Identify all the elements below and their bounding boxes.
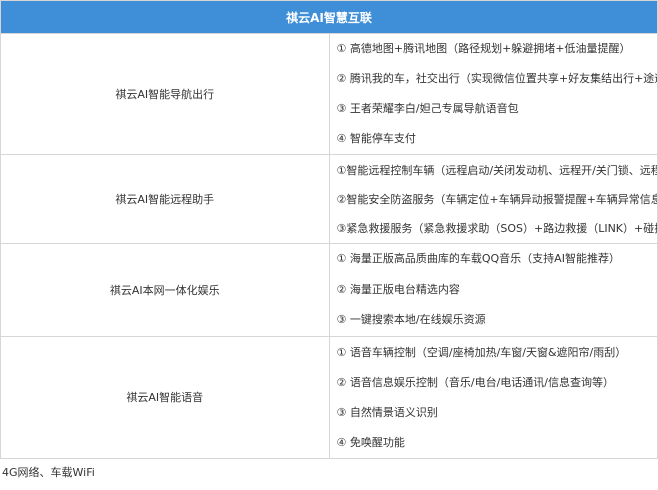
feature-item: ④ 免唤醒功能 [336,435,405,449]
feature-item: ② 语音信息娱乐控制（音乐/电台/电话通讯/信息查询等） [336,375,614,389]
category-label: 祺云AI智能远程助手 [0,154,330,244]
feature-table: 祺云AI智慧互联 祺云AI智能导航出行 ① 高德地图+腾讯地图（路径规划+躲避拥… [0,0,658,459]
table-row: 祺云AI本网一体化娱乐 ① 海量正版高品质曲库的车载QQ音乐（支持AI智能推荐）… [0,243,658,337]
table-row: 祺云AI智能导航出行 ① 高德地图+腾讯地图（路径规划+躲避拥堵+低油量提醒） … [0,33,658,155]
spec-page: 祺云AI智慧互联 祺云AI智能导航出行 ① 高德地图+腾讯地图（路径规划+躲避拥… [0,0,658,490]
table-row: 祺云AI智能语音 ① 语音车辆控制（空调/座椅加热/车窗/天窗&遮阳帘/雨刮） … [0,336,658,459]
category-label: 祺云AI本网一体化娱乐 [0,243,330,337]
feature-item: ③ 一键搜索本地/在线娱乐资源 [336,313,486,327]
table-header-row: 祺云AI智慧互联 [0,0,658,34]
category-label: 祺云AI智能语音 [0,336,330,459]
feature-item: ②智能安全防盗服务（车辆定位+车辆异动报警提醒+车辆异常信息远程上传） [336,192,658,206]
feature-item: ② 腾讯我的车，社交出行（实现微信位置共享+好友集结出行+途迹照片编辑等功能） [336,72,658,85]
feature-item: ① 高德地图+腾讯地图（路径规划+躲避拥堵+低油量提醒） [336,42,631,55]
feature-item: ③紧急救援服务（紧急救援求助（SOS）+路边救援（LINK）+碰撞自动求助） [336,221,658,235]
feature-item: ① 语音车辆控制（空调/座椅加热/车窗/天窗&遮阳帘/雨刮） [336,345,627,359]
feature-item: ③ 王者荣耀李白/妲己专属导航语音包 [336,102,519,115]
feature-list: ①智能远程控制车辆（远程启动/关闭发动机、远程开/关门锁、远程控制空调、远程座椅… [328,154,658,244]
feature-item: ③ 自然情景语义识别 [336,405,438,419]
category-label: 祺云AI智能导航出行 [0,33,330,155]
feature-list: ① 高德地图+腾讯地图（路径规划+躲避拥堵+低油量提醒） ② 腾讯我的车，社交出… [328,33,658,155]
feature-list: ① 海量正版高品质曲库的车载QQ音乐（支持AI智能推荐） ② 海量正版电台精选内… [328,243,658,337]
feature-list: ① 语音车辆控制（空调/座椅加热/车窗/天窗&遮阳帘/雨刮） ② 语音信息娱乐控… [328,336,658,459]
table-title: 祺云AI智慧互联 [0,0,658,34]
footer-text: 4G网络、车载WiFi [2,466,95,479]
feature-item: ② 海量正版电台精选内容 [336,282,460,296]
feature-item: ①智能远程控制车辆（远程启动/关闭发动机、远程开/关门锁、远程控制空调、远程座椅… [336,163,658,177]
feature-item: ④ 智能停车支付 [336,132,416,145]
table-row: 祺云AI智能远程助手 ①智能远程控制车辆（远程启动/关闭发动机、远程开/关门锁、… [0,154,658,244]
feature-item: ① 海量正版高品质曲库的车载QQ音乐（支持AI智能推荐） [336,252,620,266]
